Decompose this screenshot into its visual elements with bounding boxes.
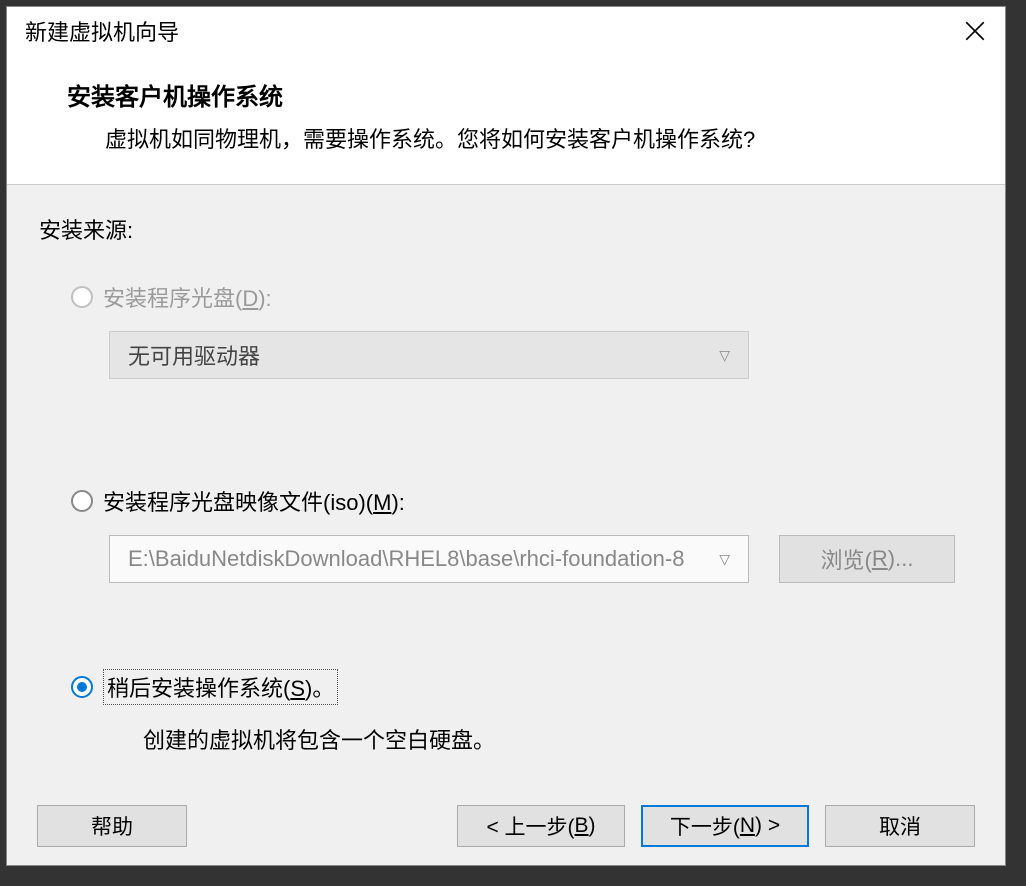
page-description: 虚拟机如同物理机，需要操作系统。您将如何安装客户机操作系统? bbox=[67, 122, 985, 154]
back-button[interactable]: < 上一步(B) bbox=[457, 805, 625, 847]
iso-path-dropdown[interactable]: E:\BaiduNetdiskDownload\RHEL8\base\rhci-… bbox=[109, 535, 749, 583]
option-iso-image-label: 安装程序光盘映像文件(iso)(M): bbox=[103, 485, 405, 517]
radio-icon bbox=[71, 286, 93, 308]
install-source-radio-group: 安装程序光盘(D): 无可用驱动器 ▽ 安装程序光盘映像文件(iso)(M): … bbox=[39, 281, 973, 755]
titlebar: 新建虚拟机向导 bbox=[7, 7, 1005, 55]
install-source-label: 安装来源: bbox=[39, 213, 973, 245]
install-later-hint: 创建的虚拟机将包含一个空白硬盘。 bbox=[143, 723, 973, 755]
content-area: 安装来源: 安装程序光盘(D): 无可用驱动器 ▽ 安装程序光盘映像文件(iso… bbox=[7, 184, 1005, 791]
close-button[interactable] bbox=[955, 11, 995, 51]
next-button[interactable]: 下一步(N) > bbox=[641, 805, 809, 847]
option-install-later-label: 稍后安装操作系统(S)。 bbox=[103, 669, 338, 705]
new-vm-wizard-dialog: 新建虚拟机向导 安装客户机操作系统 虚拟机如同物理机，需要操作系统。您将如何安装… bbox=[6, 6, 1006, 866]
iso-path-row: E:\BaiduNetdiskDownload\RHEL8\base\rhci-… bbox=[109, 535, 973, 583]
dialog-title: 新建虚拟机向导 bbox=[25, 15, 179, 47]
radio-icon bbox=[71, 490, 93, 512]
page-title: 安装客户机操作系统 bbox=[67, 77, 985, 112]
option-installer-disc-label: 安装程序光盘(D): bbox=[103, 281, 272, 313]
chevron-down-icon: ▽ bbox=[719, 551, 730, 568]
browse-button[interactable]: 浏览(R)... bbox=[779, 535, 955, 583]
iso-path-value: E:\BaiduNetdiskDownload\RHEL8\base\rhci-… bbox=[128, 546, 684, 572]
option-iso-image[interactable]: 安装程序光盘映像文件(iso)(M): bbox=[71, 485, 973, 517]
help-button[interactable]: 帮助 bbox=[37, 805, 187, 847]
wizard-footer: 帮助 < 上一步(B) 下一步(N) > 取消 bbox=[7, 791, 1005, 865]
option-install-later[interactable]: 稍后安装操作系统(S)。 bbox=[71, 669, 973, 705]
disc-drive-dropdown[interactable]: 无可用驱动器 ▽ bbox=[109, 331, 749, 379]
disc-drive-value: 无可用驱动器 bbox=[128, 339, 260, 371]
cancel-button[interactable]: 取消 bbox=[825, 805, 975, 847]
chevron-down-icon: ▽ bbox=[719, 347, 730, 364]
close-icon bbox=[965, 21, 985, 41]
radio-icon bbox=[71, 676, 93, 698]
wizard-header: 安装客户机操作系统 虚拟机如同物理机，需要操作系统。您将如何安装客户机操作系统? bbox=[7, 55, 1005, 184]
option-installer-disc[interactable]: 安装程序光盘(D): bbox=[71, 281, 973, 313]
